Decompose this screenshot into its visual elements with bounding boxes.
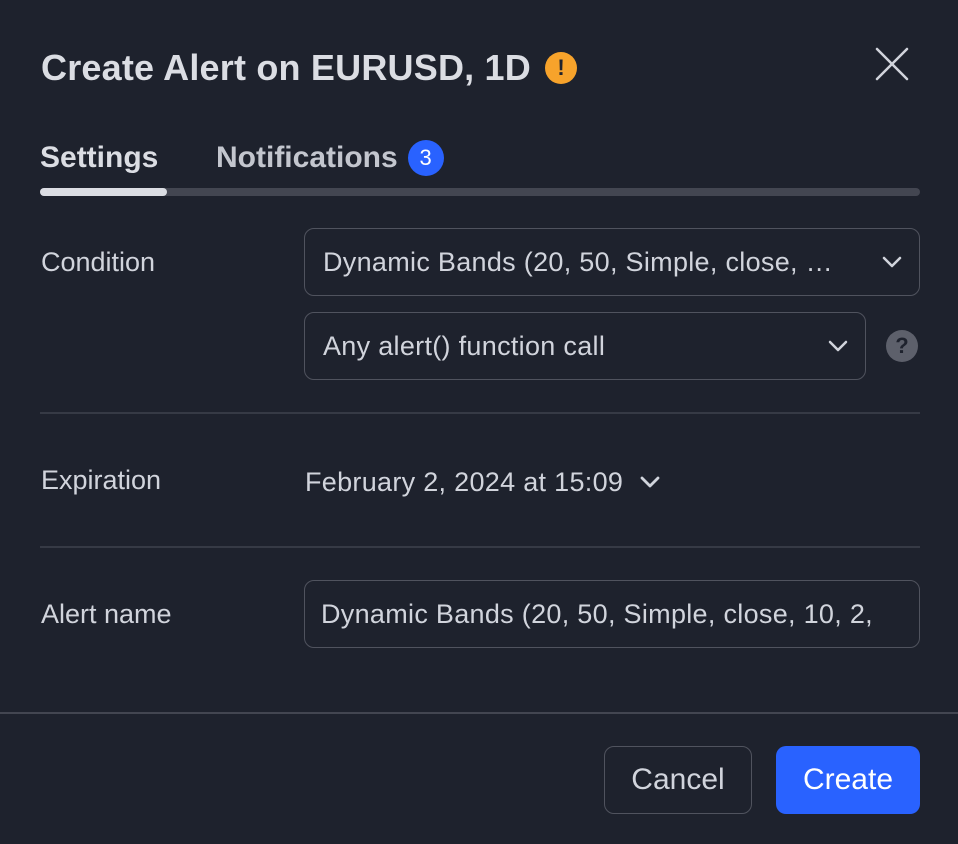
tab-notifications[interactable]: Notifications 3	[216, 136, 444, 180]
expiration-dropdown[interactable]: February 2, 2024 at 15:09	[305, 462, 661, 502]
condition-select[interactable]: Dynamic Bands (20, 50, Simple, close, …	[304, 228, 920, 296]
chevron-down-icon	[828, 340, 848, 352]
create-alert-dialog: Create Alert on EURUSD, 1D ! Settings No…	[0, 0, 958, 844]
tab-track	[40, 188, 920, 196]
dialog-header: Create Alert on EURUSD, 1D !	[41, 44, 577, 92]
alert-trigger-select-value: Any alert() function call	[323, 330, 606, 361]
section-divider	[40, 546, 920, 548]
tab-settings[interactable]: Settings	[40, 136, 158, 180]
condition-label: Condition	[41, 247, 156, 277]
chevron-down-icon	[640, 476, 660, 488]
section-divider	[40, 412, 920, 414]
condition-select-value: Dynamic Bands (20, 50, Simple, close, …	[323, 246, 833, 277]
active-tab-indicator	[40, 188, 167, 196]
expiration-label: Expiration	[41, 465, 162, 495]
cancel-button[interactable]: Cancel	[604, 746, 752, 814]
notifications-count-badge: 3	[407, 140, 444, 176]
alert-trigger-select[interactable]: Any alert() function call	[304, 312, 866, 380]
help-icon[interactable]: ?	[886, 330, 918, 362]
footer-divider	[0, 712, 958, 714]
tab-notifications-label: Notifications	[216, 141, 398, 174]
tab-bar: Settings Notifications 3	[40, 136, 920, 196]
close-button[interactable]	[872, 44, 912, 84]
warning-icon[interactable]: !	[544, 52, 577, 84]
alert-name-input[interactable]	[321, 598, 903, 630]
chevron-down-icon	[882, 256, 902, 268]
tab-settings-label: Settings	[40, 141, 159, 174]
expiration-value: February 2, 2024 at 15:09	[305, 466, 624, 497]
close-icon	[875, 47, 909, 81]
alert-name-field[interactable]	[304, 580, 920, 648]
create-button[interactable]: Create	[776, 746, 920, 814]
dialog-title: Create Alert on EURUSD, 1D	[41, 47, 531, 88]
alert-name-label: Alert name	[41, 599, 172, 629]
